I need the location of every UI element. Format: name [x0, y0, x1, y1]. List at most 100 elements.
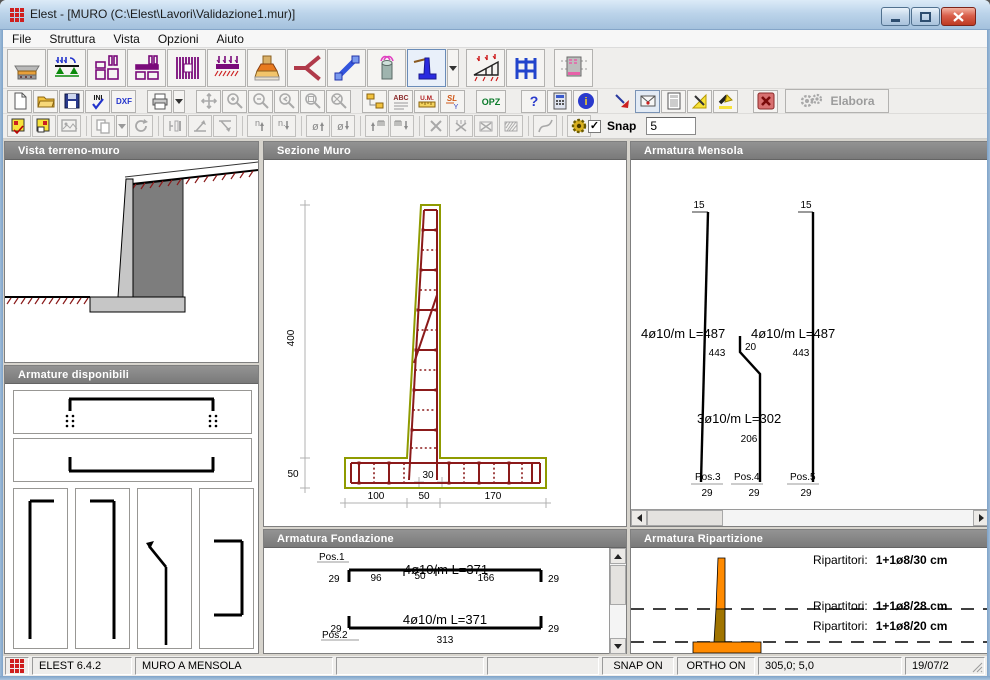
footing-button[interactable] [247, 49, 286, 87]
floorplan-beam-button[interactable] [127, 49, 166, 87]
node-branch-button[interactable] [287, 49, 326, 87]
rebar-template-l-right[interactable] [13, 488, 68, 649]
save-params-icon [10, 117, 28, 135]
rebar-template-c-shape[interactable] [199, 488, 254, 649]
info-button[interactable]: i [573, 90, 598, 113]
rebar-template-bent[interactable] [137, 488, 192, 649]
text-options-button[interactable]: ABC [388, 90, 413, 113]
zoom-previous-button-disabled[interactable] [274, 90, 299, 113]
fondazione-vscrollbar[interactable] [609, 548, 626, 654]
beam-loads-button[interactable] [47, 49, 86, 87]
mensola-hscrollbar[interactable] [631, 509, 989, 526]
open-file-button[interactable] [33, 90, 58, 113]
bar1-pos: Pos.3 [695, 472, 721, 483]
ripartitori-value: 1+1ø8/20 cm [876, 619, 948, 633]
chevron-down-icon [175, 99, 183, 104]
rebar-template-top-hooks[interactable] [13, 390, 252, 434]
snap-checkbox[interactable]: ✓ [588, 120, 601, 133]
wall-pattern-button[interactable] [167, 49, 206, 87]
options-button[interactable]: OPZ [476, 90, 506, 113]
status-coordinates: 305,0; 5,0 [758, 657, 902, 675]
scroll-thumb[interactable] [610, 565, 626, 605]
minimize-button[interactable] [881, 7, 910, 26]
elabora-button[interactable]: Elabora [785, 89, 889, 113]
pile-button[interactable] [367, 49, 406, 87]
snap-value-input[interactable] [646, 117, 696, 135]
new-file-button[interactable] [7, 90, 32, 113]
drawing-tools-button[interactable] [687, 90, 712, 113]
zoom-extents-button-disabled[interactable] [326, 90, 351, 113]
beam-button[interactable] [327, 49, 366, 87]
svg-text:U.M.: U.M. [420, 95, 434, 102]
scroll-up-button[interactable] [610, 548, 626, 564]
truss-button[interactable] [466, 49, 505, 87]
pan-button-disabled[interactable] [196, 90, 221, 113]
menu-aiuto[interactable]: Aiuto [208, 30, 253, 48]
report-button[interactable] [661, 90, 686, 113]
bar-lower-button-disabled[interactable] [213, 115, 237, 137]
retaining-wall-dropdown[interactable] [447, 49, 459, 87]
dxf-export-button[interactable]: DXF [111, 90, 136, 113]
scroll-down-button[interactable] [610, 638, 626, 654]
increase-spacing-button-disabled[interactable] [365, 115, 389, 137]
load-button[interactable] [207, 49, 246, 87]
units-button[interactable]: U.M. [414, 90, 439, 113]
resize-grip[interactable] [971, 661, 983, 673]
maximize-button[interactable] [911, 7, 940, 26]
help-button[interactable]: ? [521, 90, 546, 113]
status-ortho[interactable]: ORTHO ON [677, 657, 755, 675]
zoom-in-button-disabled[interactable] [222, 90, 247, 113]
save-params-button[interactable] [7, 115, 31, 137]
decrease-spacing-button-disabled[interactable] [390, 115, 414, 137]
menu-vista[interactable]: Vista [104, 30, 148, 48]
column-section-button[interactable] [554, 49, 593, 87]
decrease-diameter-button-disabled[interactable]: ø [331, 115, 355, 137]
bar-raise-button-disabled[interactable] [188, 115, 212, 137]
scroll-thumb[interactable] [647, 510, 723, 526]
panel-title: Armatura Mensola [631, 142, 989, 160]
delete-bar-button-disabled[interactable] [424, 115, 448, 137]
slab-foundation-button[interactable] [7, 49, 46, 87]
print-button[interactable] [147, 90, 172, 113]
close-button[interactable] [941, 7, 976, 26]
rebar-template-l-left[interactable] [75, 488, 130, 649]
copy-dropdown-disabled[interactable] [116, 115, 128, 137]
delete-results-button[interactable] [753, 90, 778, 113]
delete-zone-button-disabled[interactable] [474, 115, 498, 137]
retaining-wall-icon [412, 53, 442, 83]
print-dropdown[interactable] [173, 90, 185, 113]
bar-section-button-disabled[interactable] [163, 115, 187, 137]
menu-opzioni[interactable]: Opzioni [149, 30, 208, 48]
calculator-button[interactable] [547, 90, 572, 113]
increase-diameter-button-disabled[interactable]: ø [306, 115, 330, 137]
rebar-template-bottom-u[interactable] [13, 438, 252, 482]
frame-button[interactable] [506, 49, 545, 87]
zoom-window-button-disabled[interactable] [300, 90, 325, 113]
project-tree-button[interactable] [362, 90, 387, 113]
zoom-out-button-disabled[interactable] [248, 90, 273, 113]
remove-bar-count-button-disabled[interactable]: n. [272, 115, 296, 137]
refresh-button-disabled[interactable] [129, 115, 153, 137]
snapshot-button-disabled[interactable] [57, 115, 81, 137]
ini-settings-button[interactable]: INI [85, 90, 110, 113]
highlighter-button[interactable] [713, 90, 738, 113]
delete-group-button-disabled[interactable] [449, 115, 473, 137]
retaining-wall-button[interactable] [407, 49, 446, 87]
pos2-hook-left: 29 [330, 624, 342, 635]
stati-limite-button[interactable]: SLY [440, 90, 465, 113]
menu-struttura[interactable]: Struttura [40, 30, 104, 48]
scroll-left-button[interactable] [631, 510, 647, 526]
copy-button-disabled[interactable] [91, 115, 115, 137]
save-params-alt-button[interactable] [32, 115, 56, 137]
curve-button-disabled[interactable] [533, 115, 557, 137]
verify-arrow-button[interactable] [609, 90, 634, 113]
save-file-button[interactable] [59, 90, 84, 113]
status-snap[interactable]: SNAP ON [602, 657, 674, 675]
title-bar[interactable]: Elest - [MURO (C:\Elest\Lavori\Validazio… [0, 0, 990, 30]
envelope-button[interactable] [635, 90, 660, 113]
zone-hatch-button-disabled[interactable] [499, 115, 523, 137]
printer-icon [150, 91, 170, 111]
floorplan-button[interactable] [87, 49, 126, 87]
add-bar-count-button-disabled[interactable]: n. [247, 115, 271, 137]
menu-file[interactable]: File [3, 30, 40, 48]
